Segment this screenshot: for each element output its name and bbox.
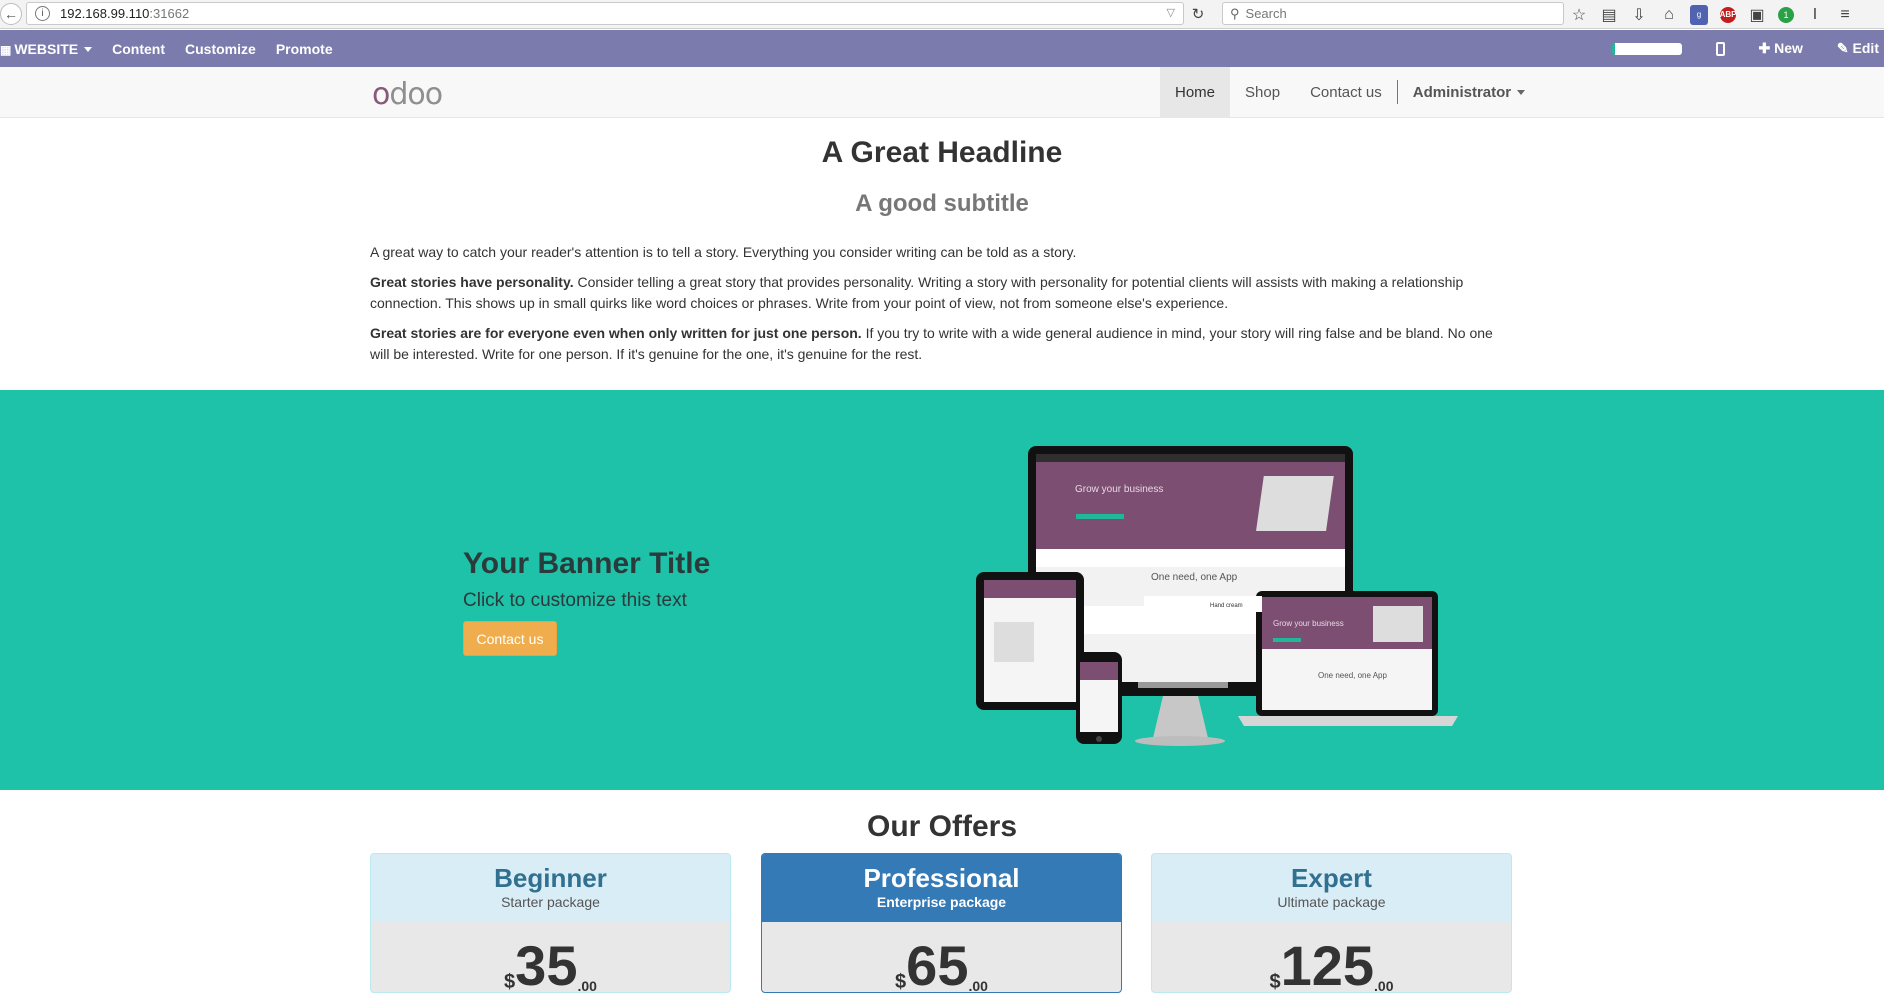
home-icon[interactable]: ⌂	[1660, 5, 1678, 25]
banner-section: Your Banner Title Click to customize thi…	[0, 390, 1884, 790]
site-header: odoo Home Shop Contact us Administrator	[0, 67, 1884, 118]
browser-toolbar: ← i 192.168.99.110:31662 ▽ ↻ ⚲ Search ☆ …	[0, 0, 1884, 29]
chevron-down-icon	[84, 47, 93, 53]
google-extension-icon[interactable]: g	[1690, 4, 1708, 25]
banner-text: Click to customize this text	[463, 590, 687, 611]
search-icon: ⚲	[1230, 5, 1240, 21]
edit-button[interactable]: ✎ Edit	[1837, 40, 1879, 57]
paragraph-3: Great stories are for everyone even when…	[370, 323, 1510, 365]
menu-icon[interactable]: ≡	[1836, 5, 1854, 25]
paragraph-2: Great stories have personality. Consider…	[370, 272, 1510, 314]
url-dropdown-icon[interactable]: ▽	[1167, 6, 1175, 19]
page-headline: A Great Headline	[821, 136, 1063, 169]
offer-card-expert: Expert Ultimate package $125.00	[1151, 853, 1512, 993]
site-navigation: Home Shop Contact us Administrator	[1160, 67, 1540, 117]
nav-contact-us[interactable]: Contact us	[1295, 67, 1397, 117]
page-subtitle: A good subtitle	[855, 190, 1029, 217]
story-text: A great way to catch your reader's atten…	[370, 242, 1510, 374]
contact-us-button[interactable]: Contact us	[463, 621, 557, 656]
extension-icon[interactable]: ▣	[1748, 5, 1766, 25]
offer-subtitle: Ultimate package	[1277, 894, 1386, 910]
offer-subtitle: Enterprise package	[876, 894, 1007, 910]
address-bar[interactable]: i 192.168.99.110:31662 ▽	[26, 2, 1184, 25]
desktop-screen-product: Hand cream	[1210, 603, 1243, 609]
adblock-icon[interactable]: ABP	[1720, 6, 1736, 23]
desktop-screen-tagline: One need, one App	[1151, 572, 1238, 583]
url-host: 192.168.99.110	[60, 6, 150, 21]
website-menu[interactable]: ▦ WEBSITE	[0, 40, 93, 57]
reload-icon[interactable]: ↻	[1186, 2, 1210, 25]
edit-button-label: Edit	[1852, 40, 1879, 56]
customize-menu[interactable]: Customize	[185, 41, 256, 57]
offer-subtitle: Starter package	[501, 894, 600, 910]
user-name: Administrator	[1412, 83, 1512, 101]
website-menu-label: WEBSITE	[14, 40, 79, 57]
offer-card-beginner: Beginner Starter package $35.00	[370, 853, 731, 993]
nav-home[interactable]: Home	[1160, 67, 1231, 117]
notification-extension-icon[interactable]: 1	[1778, 6, 1794, 23]
mobile-preview-icon[interactable]	[1715, 41, 1725, 56]
new-button-label: New	[1774, 40, 1803, 56]
paragraph-3-bold: Great stories are for everyone even when…	[370, 325, 862, 341]
laptop-screen-title: Grow your business	[1273, 619, 1344, 628]
reading-list-icon[interactable]: ▤	[1600, 5, 1618, 25]
bookmark-star-icon[interactable]: ☆	[1570, 5, 1588, 25]
chevron-down-icon	[1517, 89, 1526, 95]
publish-status-indicator[interactable]	[1611, 42, 1682, 55]
text-extension-icon[interactable]: I	[1806, 5, 1824, 25]
apps-grid-icon: ▦	[0, 42, 12, 57]
new-button[interactable]: ✚ New	[1759, 40, 1803, 57]
offer-name: Professional	[863, 863, 1020, 893]
search-placeholder: Search	[1245, 6, 1287, 21]
download-icon[interactable]: ⇩	[1630, 5, 1648, 25]
offer-card-professional: Professional Enterprise package $65.00	[761, 853, 1122, 993]
nav-shop[interactable]: Shop	[1230, 67, 1295, 117]
url-port: :31662	[149, 6, 190, 21]
responsive-devices-image: Grow your business One need, one App Gro…	[976, 446, 1458, 746]
offers-title: Our Offers	[866, 810, 1018, 843]
website-editor-bar: ▦ WEBSITE Content Customize Promote ✚ New…	[0, 30, 1884, 67]
info-icon[interactable]: i	[35, 6, 50, 21]
banner-title: Your Banner Title	[463, 547, 711, 580]
paragraph-1: A great way to catch your reader's atten…	[370, 244, 1077, 260]
odoo-logo[interactable]: odoo	[372, 77, 443, 112]
laptop-screen-tagline: One need, one App	[1318, 671, 1388, 680]
paragraph-2-bold: Great stories have personality.	[370, 274, 574, 290]
promote-menu[interactable]: Promote	[276, 41, 333, 57]
content-menu[interactable]: Content	[112, 41, 165, 57]
offer-name: Beginner	[494, 863, 607, 893]
back-icon[interactable]: ←	[0, 3, 22, 25]
user-menu[interactable]: Administrator	[1398, 67, 1540, 117]
browser-search-input[interactable]: ⚲ Search	[1222, 2, 1564, 25]
offer-name: Expert	[1291, 863, 1372, 893]
desktop-screen-title: Grow your business	[1075, 484, 1163, 495]
